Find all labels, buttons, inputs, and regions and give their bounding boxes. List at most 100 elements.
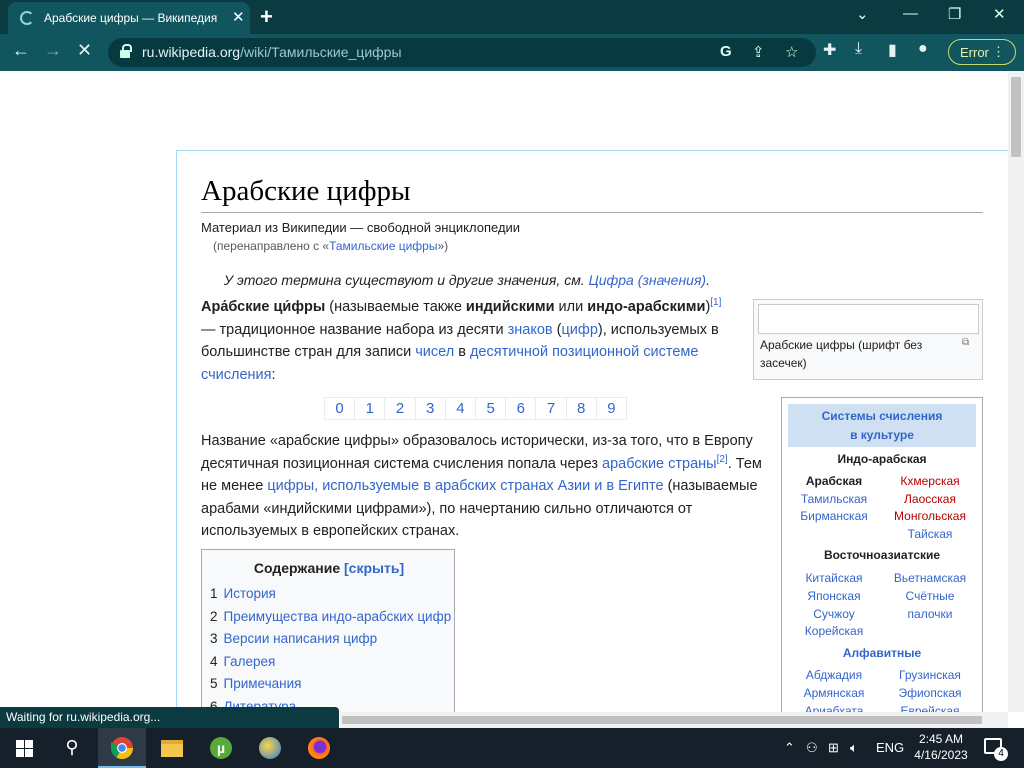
link-arab-countries[interactable]: арабские страны [602, 456, 717, 472]
redirect-link[interactable]: Тамильские цифры [329, 239, 437, 253]
back-icon[interactable]: ← [12, 40, 30, 61]
toc-link[interactable]: Версии написания цифр [224, 631, 378, 646]
toc-toggle[interactable]: [скрыть] [344, 560, 404, 576]
toc-link[interactable]: Галерея [224, 654, 276, 669]
navbox-item[interactable]: Ариабхата [784, 703, 884, 712]
navbox-item[interactable]: Грузинская [880, 667, 980, 685]
clock[interactable]: 2:45 AM 4/16/2023 [912, 731, 970, 763]
new-tab-icon[interactable]: + [260, 4, 273, 30]
share-icon[interactable]: ⇪ [752, 43, 765, 61]
toc-item: 4 Галерея [210, 654, 275, 669]
digit-link[interactable]: 1 [355, 398, 386, 419]
profile-avatar-icon[interactable]: ● [918, 40, 928, 58]
utorrent-icon[interactable]: µ [197, 728, 245, 768]
file-explorer-icon[interactable] [148, 728, 196, 768]
hatnote-link[interactable]: Цифра (значения) [589, 272, 707, 288]
minimize-icon[interactable]: — [903, 5, 918, 22]
link-znakov[interactable]: знаков [508, 322, 553, 338]
navbox-item[interactable]: Лаосская [880, 491, 980, 509]
people-icon[interactable]: ⚇ [806, 740, 818, 756]
start-button[interactable] [0, 728, 48, 768]
horizontal-scrollbar[interactable] [340, 712, 1008, 728]
close-window-icon[interactable]: ✕ [993, 5, 1006, 23]
navbox-item[interactable]: Счётные [880, 588, 980, 606]
scroll-thumb[interactable] [342, 716, 982, 724]
error-button[interactable]: Error ⋮ [948, 39, 1016, 65]
navbox-item[interactable]: Монгольская [880, 508, 980, 526]
address-bar[interactable]: ru.wikipedia.org/wiki/Тамильские_цифры G… [108, 38, 816, 67]
side-panel-icon[interactable]: ▮ [888, 40, 897, 60]
title-divider [201, 212, 983, 213]
forward-icon[interactable]: → [44, 40, 62, 61]
scroll-thumb[interactable] [1011, 77, 1021, 157]
tab-search-icon[interactable]: ⌄ [856, 5, 869, 23]
download-icon[interactable]: ⤓ [855, 40, 862, 58]
reference-link[interactable]: [1] [710, 297, 721, 308]
menu-dots-icon[interactable]: ⋮ [992, 44, 1005, 60]
navbox-item[interactable]: Еврейская [880, 703, 980, 712]
digit-link[interactable]: 4 [446, 398, 477, 419]
tab-close-icon[interactable]: ✕ [232, 8, 245, 26]
digit-link[interactable]: 6 [506, 398, 537, 419]
hatnote-end: . [706, 272, 710, 288]
navbox-item[interactable]: Эфиопская [880, 685, 980, 703]
navbox-group-alphabetic[interactable]: Алфавитные [782, 646, 982, 660]
tray-overflow-icon[interactable]: ⌃ [784, 740, 795, 756]
app-globe-icon[interactable] [246, 728, 294, 768]
navbox-item[interactable]: Абджадия [784, 667, 884, 685]
page-viewport: Арабские цифры Материал из Википедии — с… [0, 71, 1008, 712]
navbox-item[interactable]: палочки [880, 606, 980, 624]
toc-link[interactable]: История [224, 586, 276, 601]
tab-active[interactable]: Арабские цифры — Википедия ✕ [8, 2, 250, 34]
digit-link[interactable]: 7 [536, 398, 567, 419]
text: — традиционное название набора из десяти [201, 321, 508, 338]
stop-icon[interactable]: ✕ [77, 40, 92, 61]
toc-link[interactable]: Преимущества индо-арабских цифр [224, 609, 452, 624]
navbox-item[interactable]: Сучжоу [784, 606, 884, 624]
url-host: ru.wikipedia.org [142, 44, 241, 60]
navbox-item[interactable]: Армянская [784, 685, 884, 703]
lock-icon[interactable] [120, 44, 132, 58]
digit-link[interactable]: 2 [385, 398, 416, 419]
chrome-taskbar-icon[interactable] [98, 728, 146, 768]
browser-toolbar: ← → ✕ ru.wikipedia.org/wiki/Тамильские_ц… [0, 34, 1024, 71]
google-lens-icon[interactable]: G [720, 43, 732, 60]
url-text[interactable]: ru.wikipedia.org/wiki/Тамильские_цифры [142, 44, 402, 60]
text: в [454, 344, 470, 360]
digit-link[interactable]: 3 [416, 398, 446, 419]
navbox-item[interactable]: Японская [784, 588, 884, 606]
navbox-item[interactable]: Китайская [784, 570, 884, 588]
vertical-scrollbar[interactable] [1008, 71, 1024, 712]
toc-item: 3 Версии написания цифр [210, 631, 377, 646]
link-cifr[interactable]: цифр [562, 322, 598, 338]
digit-link[interactable]: 9 [597, 398, 626, 419]
table-of-contents: Содержание [скрыть] 1 История 2 Преимущест… [201, 549, 455, 712]
bookmark-star-icon[interactable]: ☆ [785, 43, 798, 61]
navbox-item[interactable]: Бирманская [784, 508, 884, 526]
network-icon[interactable]: ⊞ [828, 740, 839, 756]
extensions-icon[interactable]: ✚ [823, 40, 836, 60]
redirect-prefix: (перенаправлено с « [213, 239, 330, 253]
digit-link[interactable]: 5 [476, 398, 507, 419]
restore-icon[interactable]: ❐ [948, 5, 961, 23]
navbox-item[interactable]: Тайская [880, 526, 980, 544]
redirect-note: (перенаправлено с «Тамильские цифры») [213, 235, 448, 258]
digit-link[interactable]: 0 [325, 398, 356, 419]
navbox-item[interactable]: Вьетнамская [880, 570, 980, 588]
firefox-icon[interactable] [295, 728, 343, 768]
enlarge-icon[interactable]: ⧉ [962, 337, 969, 348]
reference-link[interactable]: [2] [717, 454, 728, 465]
search-icon[interactable]: ⚲ [48, 728, 96, 768]
volume-icon[interactable]: 🔈︎ [850, 740, 858, 756]
tray-lang[interactable]: ENG [876, 740, 904, 755]
navbox-title[interactable]: Системы счисления в культуре [788, 404, 976, 447]
status-bubble: Waiting for ru.wikipedia.org... [0, 707, 339, 728]
toc-link[interactable]: Примечания [224, 676, 302, 691]
link-eastern-arabic[interactable]: цифры, используемые в арабских странах А… [267, 478, 663, 494]
navbox-item[interactable]: Тамильская [784, 491, 884, 509]
thumbnail-image[interactable] [758, 304, 979, 334]
link-chisel[interactable]: чисел [415, 344, 454, 360]
navbox-item[interactable]: Кхмерская [880, 473, 980, 491]
digit-link[interactable]: 8 [567, 398, 597, 419]
navbox-item[interactable]: Корейская [784, 623, 884, 641]
